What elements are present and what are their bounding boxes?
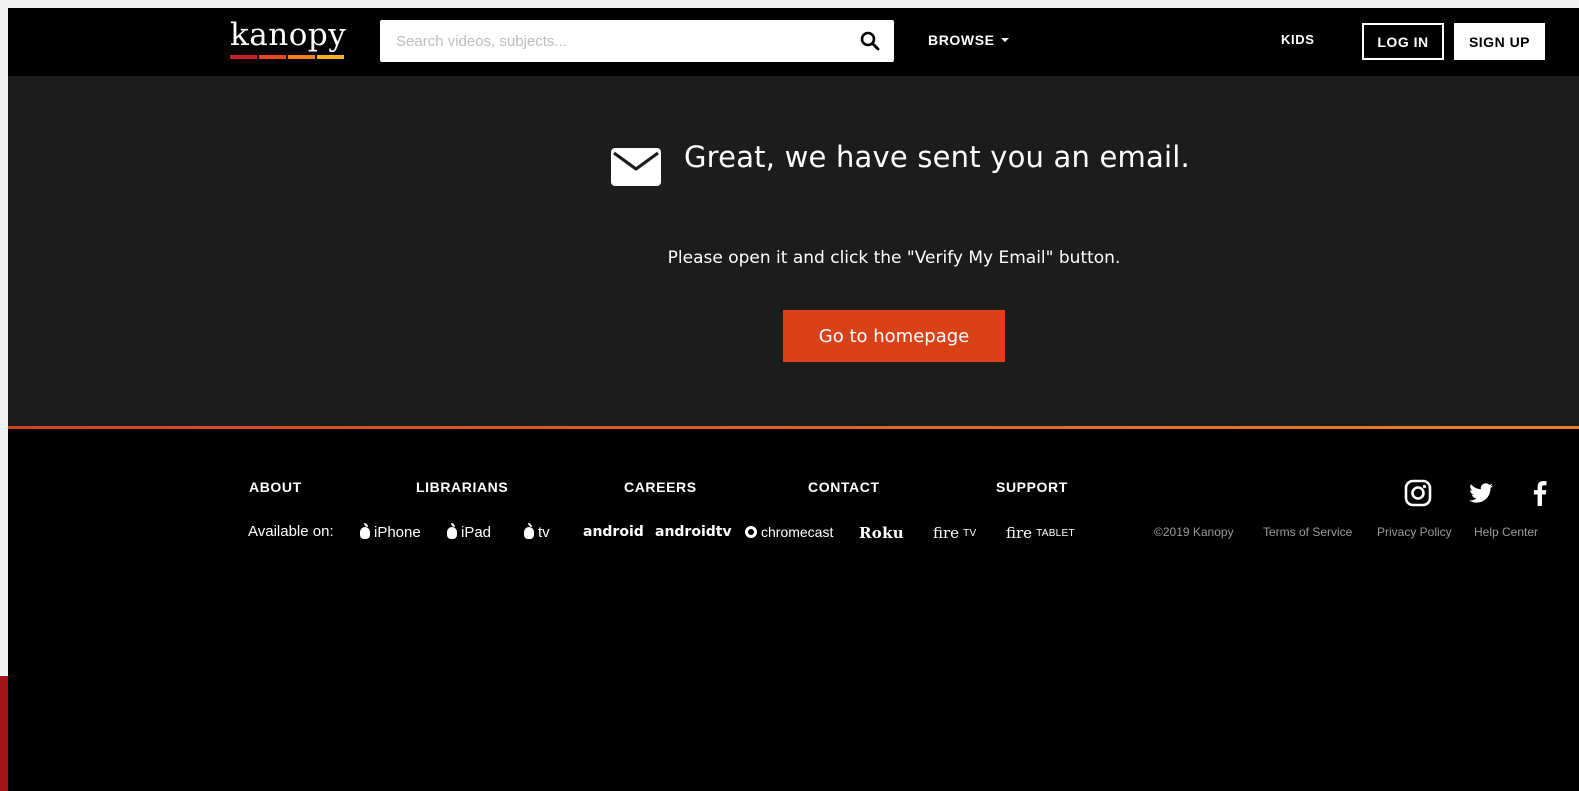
platform-sublabel: TABLET <box>1036 527 1075 539</box>
platform-fire-tv[interactable]: fire TV <box>933 524 976 542</box>
platform-label: fire <box>1006 524 1033 542</box>
copyright-text: ©2019 Kanopy <box>1154 525 1234 539</box>
logo-text: kanopy <box>230 17 347 53</box>
apple-icon <box>360 522 370 539</box>
footer-link-support[interactable]: SUPPORT <box>996 479 1068 495</box>
facebook-icon[interactable] <box>1526 479 1554 507</box>
chevron-down-icon <box>1000 38 1009 42</box>
kids-link[interactable]: KIDS <box>1281 32 1314 47</box>
platform-android-tv[interactable]: androidtv <box>655 524 732 540</box>
chromecast-icon <box>745 526 757 538</box>
footer-link-librarians[interactable]: LIBRARIANS <box>416 479 508 495</box>
envelope-icon <box>611 148 661 186</box>
site-footer: ABOUT LIBRARIANS CAREERS CONTACT SUPPORT… <box>8 429 1579 791</box>
apple-icon <box>524 522 534 539</box>
verify-instruction: Please open it and click the "Verify My … <box>667 248 1121 268</box>
footer-link-about[interactable]: ABOUT <box>249 479 302 495</box>
platform-label: fire <box>933 524 960 542</box>
browse-label: BROWSE <box>928 32 995 48</box>
confirmation-headline: Great, we have sent you an email. <box>684 140 1190 174</box>
logo-color-bars <box>230 55 348 59</box>
signup-button[interactable]: SIGN UP <box>1454 23 1545 60</box>
footer-link-careers[interactable]: CAREERS <box>624 479 697 495</box>
confirmation-panel: Great, we have sent you an email. Please… <box>8 76 1579 426</box>
kanopy-logo[interactable]: kanopy <box>230 18 348 63</box>
login-button[interactable]: LOG IN <box>1362 23 1444 60</box>
logo-bar <box>288 55 315 59</box>
platform-label: chromecast <box>761 524 834 540</box>
logo-bar <box>317 55 344 59</box>
platform-android[interactable]: android <box>583 524 644 540</box>
instagram-icon[interactable] <box>1404 479 1432 507</box>
terms-of-service-link[interactable]: Terms of Service <box>1263 525 1352 539</box>
search-input[interactable] <box>380 20 840 62</box>
page-frame: kanopy BROWSE KIDS LOG IN SIGN UP <box>8 8 1579 791</box>
platform-roku[interactable]: Roku <box>859 524 904 542</box>
platform-label: iPhone <box>374 524 421 541</box>
platform-ipad[interactable]: iPad <box>447 522 492 541</box>
platform-iphone[interactable]: iPhone <box>360 522 421 541</box>
available-on-label: Available on: <box>248 523 334 540</box>
platform-fire-tablet[interactable]: fire TABLET <box>1006 524 1075 542</box>
platform-chromecast[interactable]: chromecast <box>745 524 833 540</box>
apple-icon <box>447 522 457 539</box>
help-center-link[interactable]: Help Center <box>1474 525 1538 539</box>
platform-label: tv <box>538 524 550 541</box>
site-header: kanopy BROWSE KIDS LOG IN SIGN UP <box>8 8 1579 76</box>
logo-bar <box>259 55 286 59</box>
platform-apple-tv[interactable]: tv <box>524 522 550 541</box>
search-icon[interactable] <box>860 31 880 51</box>
twitter-icon[interactable] <box>1467 479 1495 507</box>
go-to-homepage-button[interactable]: Go to homepage <box>783 310 1005 362</box>
footer-link-contact[interactable]: CONTACT <box>808 479 880 495</box>
privacy-policy-link[interactable]: Privacy Policy <box>1377 525 1452 539</box>
logo-bar <box>230 55 257 59</box>
platform-sublabel: TV <box>963 527 977 539</box>
window-edge-strip <box>0 676 8 791</box>
platform-label: iPad <box>461 524 492 541</box>
browse-menu[interactable]: BROWSE <box>928 32 1009 48</box>
search-box <box>380 20 894 62</box>
